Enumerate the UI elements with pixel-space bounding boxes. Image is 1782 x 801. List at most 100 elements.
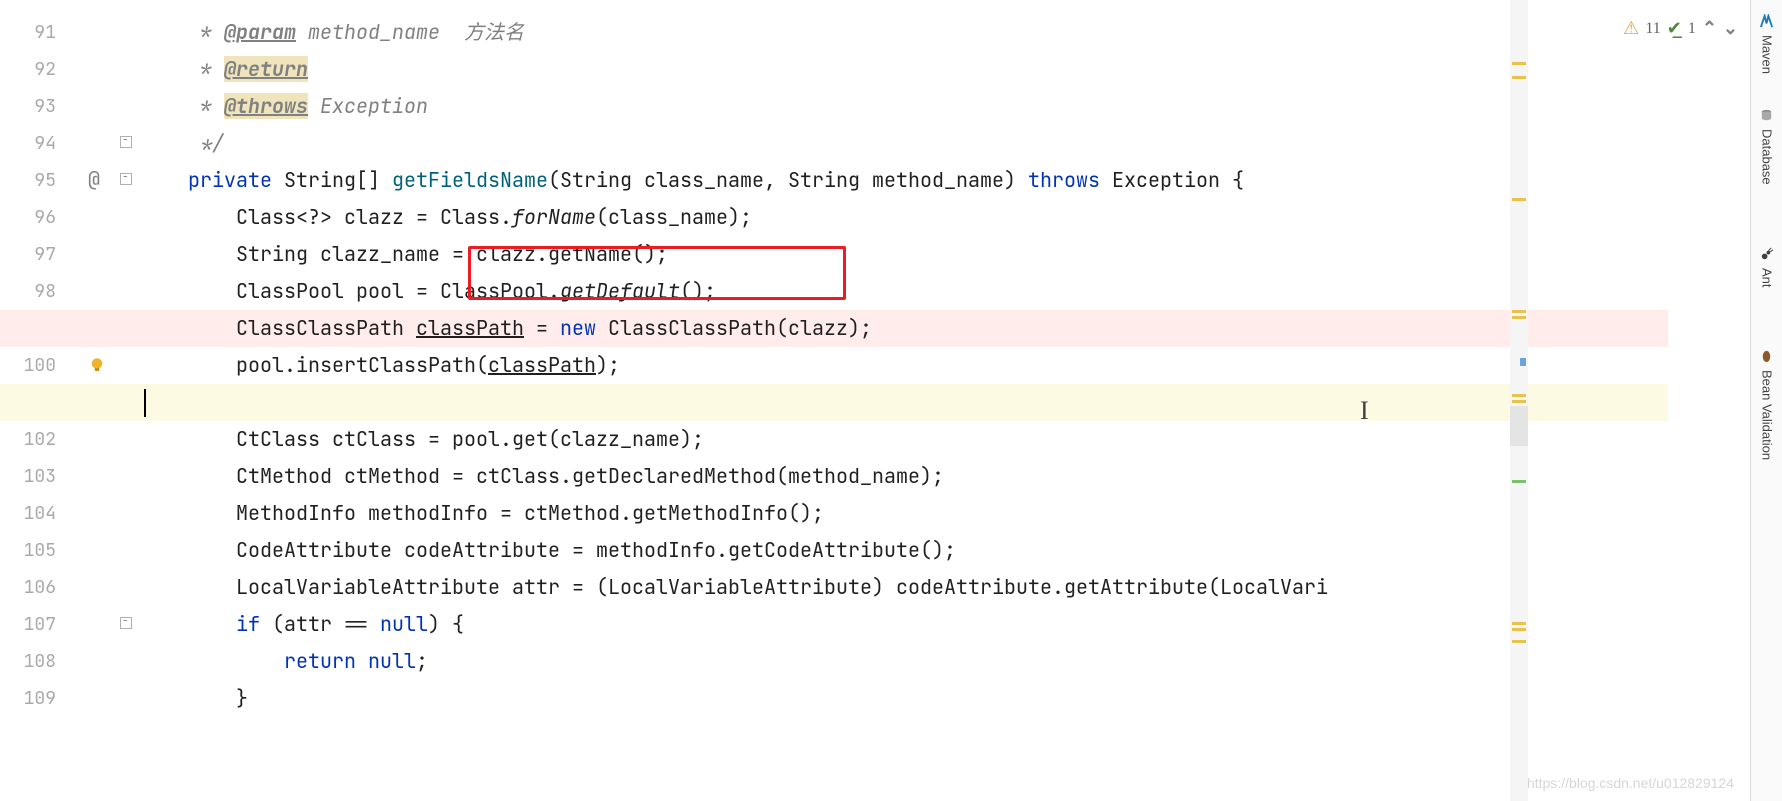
error-stripe[interactable]	[1510, 0, 1528, 801]
line-number[interactable]: 95	[0, 162, 68, 199]
line-number[interactable]: 107	[0, 606, 68, 643]
code-editor[interactable]: * @param method_name 方法名 * @return * @th…	[140, 0, 1526, 801]
line-number[interactable]: 92	[0, 51, 68, 88]
code-line[interactable]	[140, 384, 1526, 421]
code-line[interactable]: * @return	[140, 51, 1526, 88]
warning-count: 11	[1645, 20, 1660, 38]
typo-icon[interactable]: ✔̲	[1667, 18, 1682, 39]
ant-icon	[1760, 247, 1775, 262]
stripe-marker[interactable]	[1512, 310, 1526, 313]
keyword: null	[368, 648, 416, 674]
stripe-marker[interactable]	[1512, 640, 1526, 643]
code-line[interactable]: private String[] getFieldsName(String cl…	[140, 162, 1526, 199]
stripe-marker[interactable]	[1512, 622, 1526, 625]
code-line[interactable]: CtMethod ctMethod = ctClass.getDeclaredM…	[140, 458, 1526, 495]
fold-toggle-icon[interactable]	[120, 136, 132, 148]
text: method_name	[296, 19, 464, 45]
stripe-viewport[interactable]	[1510, 406, 1528, 446]
stripe-marker[interactable]	[1520, 358, 1526, 366]
inspection-status-bar[interactable]: ⚠ 11 ✔̲ 1 ⌃ ⌄	[1623, 18, 1738, 39]
text: ;	[416, 648, 428, 674]
keyword: private	[188, 167, 272, 193]
typo-count: 1	[1688, 20, 1696, 38]
javadoc-tag: @return	[224, 56, 308, 82]
line-number[interactable]: 108	[0, 643, 68, 680]
line-number[interactable]: 98	[0, 273, 68, 310]
text: String[]	[272, 167, 392, 193]
code-line[interactable]: if (attr == null) {	[140, 606, 1526, 643]
code-line[interactable]: }	[140, 680, 1526, 717]
warning-icon[interactable]: ⚠	[1623, 18, 1639, 39]
code-line[interactable]: CodeAttribute codeAttribute = methodInfo…	[140, 532, 1526, 569]
text: Class<?> clazz = Class.	[236, 204, 512, 230]
stripe-marker[interactable]	[1512, 198, 1526, 201]
toolwindow-tab-ant[interactable]: Ant	[1751, 232, 1782, 302]
code-line[interactable]: ClassPool pool = ClassPool.getDefault();	[140, 273, 1526, 310]
line-number[interactable]: 97	[0, 236, 68, 273]
text	[356, 648, 368, 674]
toolwindow-tab-bean-validation[interactable]: Bean Validation	[1751, 330, 1782, 480]
text	[140, 315, 236, 341]
text	[140, 611, 236, 637]
line-number[interactable]: 100	[0, 347, 68, 384]
code-line[interactable]: ClassClassPath classPath = new ClassClas…	[140, 310, 1526, 347]
line-number[interactable]: 109	[0, 680, 68, 717]
code-line[interactable]: */	[140, 125, 1526, 162]
stripe-marker[interactable]	[1512, 400, 1526, 403]
tab-label: Bean Validation	[1760, 370, 1775, 460]
text-caret	[144, 389, 146, 417]
code-line[interactable]: return null;	[140, 643, 1526, 680]
text	[140, 648, 284, 674]
code-line[interactable]: MethodInfo methodInfo = ctMethod.getMeth…	[140, 495, 1526, 532]
line-number[interactable]: 104	[0, 495, 68, 532]
stripe-marker[interactable]	[1512, 480, 1526, 483]
line-number[interactable]: 91	[0, 14, 68, 51]
line-number[interactable]: 105	[0, 532, 68, 569]
keyword: null	[380, 611, 428, 637]
code-line[interactable]: Class<?> clazz = Class.forName(class_nam…	[140, 199, 1526, 236]
text: *	[140, 56, 224, 82]
override-marker-icon[interactable]: @	[88, 166, 100, 192]
database-icon	[1760, 108, 1775, 123]
code-line[interactable]: CtClass ctClass = pool.get(clazz_name);	[140, 421, 1526, 458]
text: ClassClassPath	[236, 315, 416, 341]
keyword: if	[236, 611, 260, 637]
chevron-down-icon[interactable]: ⌄	[1723, 18, 1738, 39]
stripe-marker[interactable]	[1512, 62, 1526, 65]
stripe-marker[interactable]	[1512, 316, 1526, 319]
code-line[interactable]: * @param method_name 方法名	[140, 14, 1526, 51]
code-line[interactable]: pool.insertClassPath(classPath);	[140, 347, 1526, 384]
reassigned-var: classPath	[416, 315, 524, 341]
method-name: getFieldsName	[392, 167, 548, 193]
text: pool.insertClassPath(	[236, 352, 488, 378]
right-toolwindow-strip: Maven Database Ant Bean Validation	[1750, 0, 1782, 801]
toolwindow-tab-database[interactable]: Database	[1751, 96, 1782, 196]
line-number[interactable]: 93	[0, 88, 68, 125]
fold-toggle-icon[interactable]	[120, 173, 132, 185]
code-line[interactable]: * @throws Exception	[140, 88, 1526, 125]
text: ClassPool pool = ClassPool.	[236, 278, 560, 304]
stripe-marker[interactable]	[1512, 394, 1526, 397]
javadoc-tag: @param	[224, 19, 296, 45]
line-number[interactable]: 96	[0, 199, 68, 236]
text: *	[140, 93, 224, 119]
javadoc-tag: @throws	[224, 93, 308, 119]
intention-bulb-icon[interactable]	[88, 356, 106, 374]
line-number[interactable]: 103	[0, 458, 68, 495]
stripe-marker[interactable]	[1512, 628, 1526, 631]
text: ) {	[428, 611, 464, 637]
chevron-up-icon[interactable]: ⌃	[1702, 18, 1717, 39]
line-number[interactable]: 106	[0, 569, 68, 606]
keyword: new	[560, 315, 596, 341]
stripe-marker[interactable]	[1512, 76, 1526, 79]
fold-toggle-icon[interactable]	[120, 617, 132, 629]
code-line[interactable]: String clazz_name = clazz.getName();	[140, 236, 1526, 273]
line-number[interactable]: 102	[0, 421, 68, 458]
code-line[interactable]: LocalVariableAttribute attr = (LocalVari…	[140, 569, 1526, 606]
toolwindow-tab-maven[interactable]: Maven	[1751, 4, 1782, 84]
maven-icon	[1760, 14, 1775, 29]
text: Exception {	[1100, 167, 1244, 193]
text: );	[596, 352, 620, 378]
text: Exception	[308, 93, 428, 119]
line-number[interactable]: 94	[0, 125, 68, 162]
